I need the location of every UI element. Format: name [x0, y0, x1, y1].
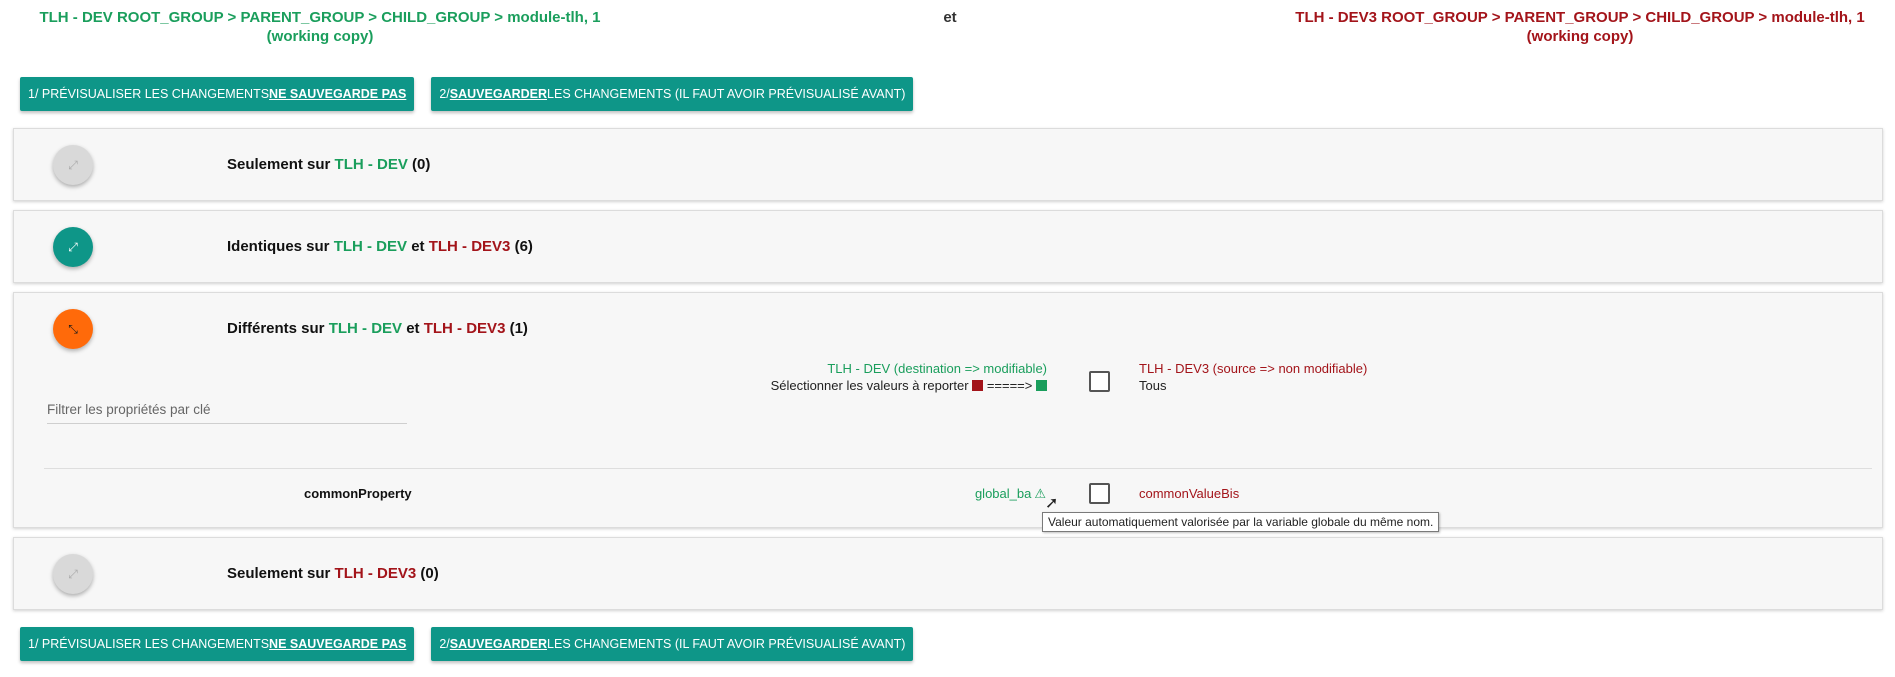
panel-identical-header[interactable]: ⤢ Identiques sur TLH - DEV et TLH - DEV3…: [14, 211, 1882, 283]
title-count: (0): [416, 565, 439, 582]
title-env-dev3: TLH - DEV3: [423, 320, 506, 337]
panel-different-title: Différents sur TLH - DEV et TLH - DEV3 (…: [227, 320, 528, 337]
panel-different-header[interactable]: ⤡ Différents sur TLH - DEV et TLH - DEV3…: [14, 293, 1882, 365]
title-prefix: Identiques sur: [227, 238, 334, 255]
panel-only-dev3-title: Seulement sur TLH - DEV3 (0): [227, 565, 439, 582]
save-label-emph: Sauvegarder: [449, 637, 548, 651]
source-header: TLH - DEV3 (source => non modifiable) To…: [1139, 360, 1367, 394]
bottom-button-row: 1/ Prévisualiser les changements ne sauv…: [20, 627, 914, 661]
save-label-suffix: les changements (il faut avoir prévisual…: [547, 87, 906, 101]
title-count: (0): [407, 156, 431, 173]
header-connector: et: [943, 9, 957, 26]
preview-label-prefix: 1/ Prévisualiser les changements: [28, 87, 270, 101]
collapse-arrows-icon[interactable]: ⤡: [53, 309, 93, 349]
destination-value-text: global_ba: [974, 486, 1032, 501]
preview-label-prefix: 1/ Prévisualiser les changements: [28, 637, 270, 651]
preview-changes-button-bottom[interactable]: 1/ Prévisualiser les changements ne sauv…: [20, 627, 415, 661]
top-button-row: 1/ Prévisualiser les changements ne sauv…: [20, 77, 914, 111]
panel-only-dev3: ⤢ Seulement sur TLH - DEV3 (0): [13, 537, 1883, 610]
filter-properties-input[interactable]: [47, 400, 407, 424]
title-env-dev3: TLH - DEV3: [428, 238, 511, 255]
expand-arrows-icon[interactable]: ⤢: [53, 227, 93, 267]
title-connector: et: [407, 238, 429, 255]
title-prefix: Seulement sur: [227, 156, 335, 173]
title-count: (1): [505, 320, 528, 337]
title-env-dev: TLH - DEV: [334, 156, 408, 173]
select-values-label: Sélectionner les valeurs à reporter: [770, 378, 969, 393]
arrow-text: =====>: [986, 378, 1033, 393]
title-prefix: Seulement sur: [227, 565, 335, 582]
destination-label: TLH - DEV (destination => modifiable): [827, 361, 1047, 376]
select-all-label: Tous: [1139, 378, 1167, 393]
save-label-prefix: 2/: [439, 637, 450, 651]
row-separator: [44, 468, 1872, 469]
preview-label-emph: ne sauvegarde pas: [269, 637, 407, 651]
destination-header: TLH - DEV (destination => modifiable) Sé…: [771, 360, 1047, 394]
panel-only-dev: ⤢ Seulement sur TLH - DEV (0): [13, 128, 1883, 201]
red-square-icon: [972, 380, 984, 391]
preview-changes-button[interactable]: 1/ Prévisualiser les changements ne sauv…: [20, 77, 415, 111]
select-all-checkbox[interactable]: [1089, 371, 1110, 392]
preview-label-emph: ne sauvegarde pas: [269, 87, 407, 101]
save-label-prefix: 2/: [439, 87, 450, 101]
property-destination-value: global_ba ⚠: [975, 486, 1046, 502]
panel-only-dev-title: Seulement sur TLH - DEV (0): [227, 156, 430, 173]
left-environment-path: TLH - DEV ROOT_GROUP > PARENT_GROUP > CH…: [39, 9, 601, 45]
property-row-checkbox[interactable]: [1089, 483, 1110, 504]
title-connector: et: [402, 320, 424, 337]
global-variable-tooltip: Valeur automatiquement valorisée par la …: [1042, 512, 1440, 532]
right-environment-path: TLH - DEV3 ROOT_GROUP > PARENT_GROUP > C…: [1295, 9, 1865, 45]
save-changes-button-bottom[interactable]: 2/ Sauvegarder les changements (il faut …: [431, 627, 914, 661]
title-prefix: Différents sur: [227, 320, 329, 337]
panel-only-dev-header[interactable]: ⤢ Seulement sur TLH - DEV (0): [14, 129, 1882, 201]
save-label-suffix: les changements (il faut avoir prévisual…: [547, 637, 906, 651]
panel-only-dev3-header[interactable]: ⤢ Seulement sur TLH - DEV3 (0): [14, 538, 1882, 610]
expand-arrows-icon[interactable]: ⤢: [53, 554, 93, 594]
panel-identical-title: Identiques sur TLH - DEV et TLH - DEV3 (…: [227, 238, 533, 255]
property-source-value: commonValueBis: [1139, 486, 1240, 501]
select-values-line: Sélectionner les valeurs à reporter ====…: [771, 377, 1047, 394]
title-env-dev: TLH - DEV: [328, 320, 403, 337]
save-label-emph: Sauvegarder: [449, 87, 548, 101]
panel-different: ⤡ Différents sur TLH - DEV et TLH - DEV3…: [13, 292, 1883, 532]
save-changes-button[interactable]: 2/ Sauvegarder les changements (il faut …: [431, 77, 914, 111]
source-label: TLH - DEV3 (source => non modifiable): [1139, 361, 1368, 376]
property-key: commonProperty: [304, 486, 412, 501]
title-count: (6): [510, 238, 533, 255]
title-env-dev3: TLH - DEV3: [334, 565, 417, 582]
green-square-icon: [1036, 380, 1047, 391]
expand-arrows-icon[interactable]: ⤢: [53, 145, 93, 185]
mouse-pointer-icon: ➚: [1045, 495, 1059, 512]
panel-identical: ⤢ Identiques sur TLH - DEV et TLH - DEV3…: [13, 210, 1883, 283]
title-env-dev: TLH - DEV: [333, 238, 408, 255]
